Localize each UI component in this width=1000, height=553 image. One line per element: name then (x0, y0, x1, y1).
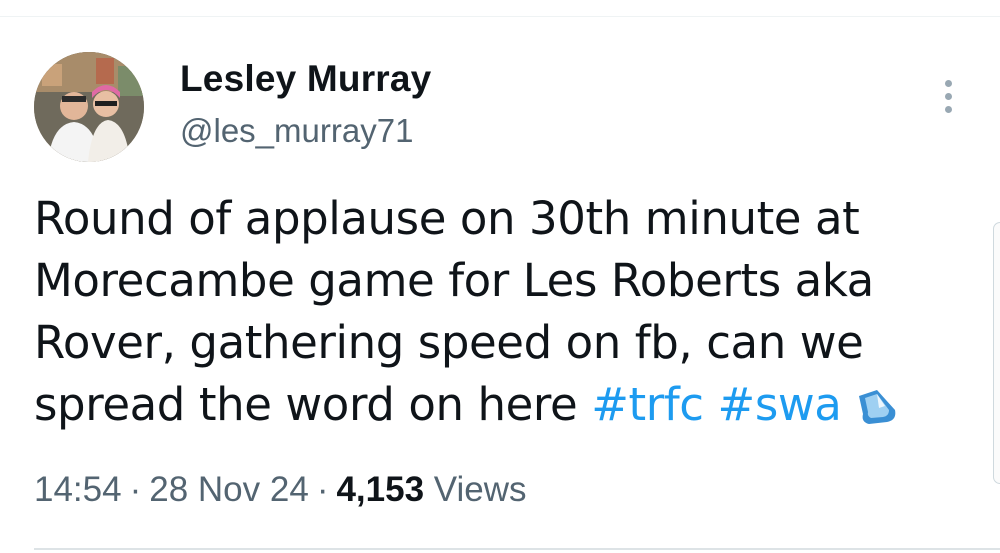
avatar[interactable] (34, 52, 144, 162)
tweet-text-line: Rover, gathering speed on fb, can we (34, 316, 864, 369)
tweet-text-line: Morecambe game for Les Roberts aka (34, 254, 874, 307)
side-scroll-tab[interactable] (993, 222, 1000, 484)
top-divider (0, 16, 1000, 17)
hashtag-link[interactable]: #trfc (591, 378, 704, 431)
hashtag-link[interactable]: #swa (718, 378, 842, 431)
droplet-icon (855, 380, 901, 424)
bottom-divider (34, 548, 1000, 550)
author-handle[interactable]: @les_murray71 (180, 112, 413, 150)
more-dot (945, 106, 952, 113)
tweet-text-line: spread the word on here (34, 378, 592, 431)
author-display-name[interactable]: Lesley Murray (180, 58, 431, 100)
meta-separator: · (316, 470, 329, 509)
more-dot (945, 80, 952, 87)
tweet-time[interactable]: 14:54 (34, 470, 122, 509)
views-count: 4,153 (336, 470, 425, 509)
meta-separator: · (129, 470, 142, 509)
tweet-date[interactable]: 28 Nov 24 (149, 470, 309, 509)
tweet-text-line-last: spread the word on here #trfc #swa (34, 374, 954, 436)
tweet-meta: 14:54 · 28 Nov 24 · 4,153 Views (34, 470, 527, 510)
tweet-text-line: Round of applause on 30th minute at (34, 192, 860, 245)
tweet-text: Round of applause on 30th minute at More… (34, 188, 954, 436)
more-dot (945, 93, 952, 100)
more-options-icon[interactable] (932, 74, 964, 118)
views-label: Views (433, 470, 527, 509)
avatar-photo (34, 52, 144, 162)
